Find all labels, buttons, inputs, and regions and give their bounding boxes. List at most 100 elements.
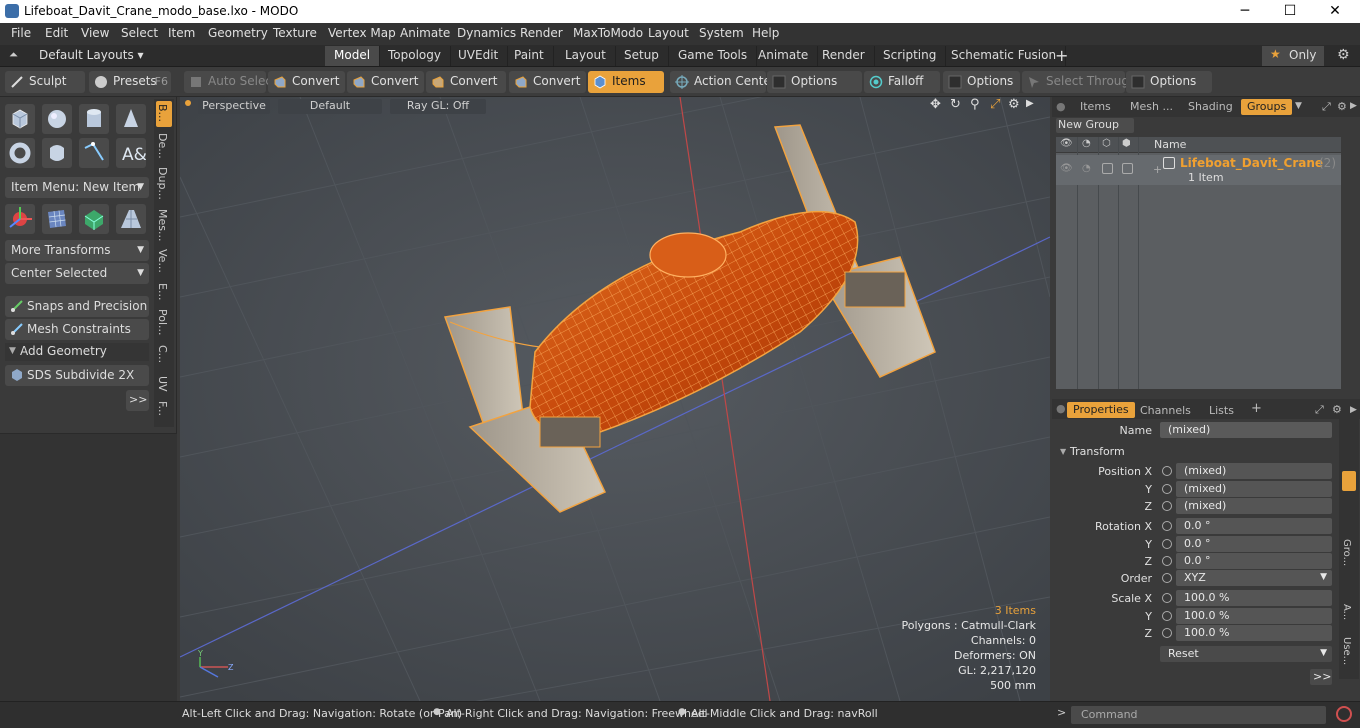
tab-render[interactable]: Render [813, 46, 875, 66]
rotation-x-field[interactable]: 0.0 ° [1176, 518, 1332, 534]
options-button-3[interactable]: Options [1126, 71, 1212, 93]
rotate-view-icon[interactable]: ↻ [950, 97, 961, 112]
default-layouts-dropdown[interactable]: Default Layouts ▾ [39, 48, 144, 62]
scale-y-anim-icon[interactable] [1162, 611, 1172, 621]
capsule-primitive-button[interactable] [42, 138, 72, 168]
tab-layout[interactable]: Layout [556, 46, 616, 66]
tab-properties[interactable]: Properties [1067, 402, 1135, 418]
transform-button[interactable] [5, 204, 35, 234]
position-z-field[interactable]: (mixed) [1176, 498, 1332, 514]
properties-gear-icon[interactable]: ⚙ [1332, 402, 1342, 418]
convert-edges-button[interactable]: Convert [347, 71, 424, 93]
side-tab-assembly[interactable]: A... [1341, 604, 1357, 620]
vtab-edge[interactable]: E... [156, 283, 172, 300]
sds-subdivide-button[interactable]: SDS Subdivide 2X [5, 365, 149, 386]
scale-z-anim-icon[interactable] [1162, 628, 1172, 638]
add-geometry-section[interactable]: ▼ Add Geometry [5, 343, 149, 361]
item-menu-dropdown[interactable]: Item Menu: New Item ▼ [5, 177, 149, 198]
grid-button[interactable] [42, 204, 72, 234]
vtab-duplicate[interactable]: Dup... [156, 167, 172, 200]
position-y-field[interactable]: (mixed) [1176, 481, 1332, 497]
menu-vertex-map[interactable]: Vertex Map [328, 26, 396, 40]
tab-setup[interactable]: Setup [615, 46, 669, 66]
scale-z-field[interactable]: 100.0 % [1176, 625, 1332, 641]
lock-cube-icon[interactable]: ⬡ [1102, 138, 1111, 149]
add-tab-plus-icon[interactable]: + [1251, 401, 1262, 417]
reset-dropdown[interactable]: Reset ▼ [1160, 646, 1332, 662]
menu-item[interactable]: Item [168, 26, 195, 40]
menu-texture[interactable]: Texture [273, 26, 317, 40]
tab-uvedit[interactable]: UVEdit [449, 46, 509, 66]
new-group-button[interactable]: New Group [1056, 118, 1134, 133]
tab-menu-chevron-icon[interactable]: ▼ [1295, 99, 1302, 115]
move-view-icon[interactable]: ✥ [930, 97, 941, 112]
sculpt-button[interactable]: Sculpt [5, 71, 85, 93]
group-render-icon[interactable]: ◔ [1082, 163, 1091, 174]
menu-render[interactable]: Render [520, 26, 563, 40]
expand-plus-icon[interactable]: + [1153, 163, 1162, 176]
position-z-anim-icon[interactable] [1162, 501, 1172, 511]
sphere-primitive-button[interactable] [42, 104, 72, 134]
transform-section[interactable]: ▼ Transform [1058, 444, 1338, 460]
scale-x-field[interactable]: 100.0 % [1176, 590, 1332, 606]
side-tab-groups[interactable]: Gro... [1341, 539, 1357, 566]
expand-panel-icon[interactable]: ⤢ [1322, 99, 1331, 115]
scale-y-field[interactable]: 100.0 % [1176, 608, 1332, 624]
menu-select[interactable]: Select [121, 26, 158, 40]
properties-more-button[interactable]: >> [1310, 669, 1332, 685]
more-tools-button[interactable]: >> [126, 390, 149, 411]
vtab-mesh-edit[interactable]: Mes... [156, 209, 172, 241]
convert-vertices-button[interactable]: Convert [268, 71, 345, 93]
rotation-x-anim-icon[interactable] [1162, 521, 1172, 531]
menu-maxtomodo[interactable]: MaxToModo [573, 26, 643, 40]
more-transforms-dropdown[interactable]: More Transforms ▼ [5, 240, 149, 261]
vtab-fusion[interactable]: F... [156, 401, 172, 416]
tab-groups[interactable]: Groups [1241, 99, 1293, 115]
tab-paint[interactable]: Paint [505, 46, 554, 66]
vtab-polygon[interactable]: Pol... [156, 309, 172, 336]
tab-mesh[interactable]: Mesh ... [1130, 99, 1173, 115]
cube-primitive-button[interactable] [5, 104, 35, 134]
add-layout-plus-icon[interactable]: + [1055, 46, 1068, 65]
menu-system[interactable]: System [699, 26, 744, 40]
order-dropdown[interactable]: XYZ ▼ [1176, 570, 1332, 586]
group-visibility-icon[interactable]: 👁 [1060, 163, 1073, 174]
tab-schematic-fusion[interactable]: Schematic Fusion [942, 46, 1067, 66]
rotation-z-field[interactable]: 0.0 ° [1176, 553, 1332, 569]
close-button[interactable]: ✕ [1312, 0, 1358, 23]
tab-scripting[interactable]: Scripting [874, 46, 947, 66]
fit-view-icon[interactable]: ⤢ [990, 97, 1000, 112]
auto-select-button[interactable]: Auto Select [184, 71, 277, 93]
options-button-2[interactable]: Options [943, 71, 1020, 93]
group-lock-checkbox[interactable] [1102, 163, 1113, 174]
select-through-button[interactable]: Select Through [1022, 71, 1137, 93]
vtab-curve[interactable]: C... [156, 345, 172, 363]
order-anim-icon[interactable] [1162, 573, 1172, 583]
viewport-expand-icon[interactable]: ▶ [1026, 98, 1034, 109]
rotation-y-anim-icon[interactable] [1162, 539, 1172, 549]
torus-primitive-button[interactable] [5, 138, 35, 168]
items-mode-button[interactable]: Items [588, 71, 664, 93]
menu-animate[interactable]: Animate [400, 26, 450, 40]
center-selected-dropdown[interactable]: Center Selected ▼ [5, 263, 149, 284]
side-tab-active[interactable] [1342, 471, 1356, 491]
name-field[interactable]: (mixed) [1160, 422, 1332, 438]
properties-arrow-icon[interactable]: ▶ [1350, 403, 1357, 419]
panel-gear-icon[interactable]: ⚙ [1337, 99, 1347, 115]
convert-materials-button[interactable]: Convert [509, 71, 586, 93]
vtab-deform[interactable]: De... [156, 133, 172, 159]
texture-button[interactable] [79, 204, 109, 234]
cone-primitive-button[interactable] [116, 104, 146, 134]
visibility-eye-icon[interactable]: 👁 [1060, 138, 1073, 149]
panel-arrow-icon[interactable]: ▶ [1350, 99, 1357, 115]
menu-view[interactable]: View [81, 26, 109, 40]
mesh-constraints-button[interactable]: Mesh Constraints [5, 319, 149, 340]
shading-default-dropdown[interactable]: Default [278, 99, 382, 114]
tab-lists[interactable]: Lists [1209, 403, 1234, 419]
menu-geometry[interactable]: Geometry [208, 26, 268, 40]
scale-x-anim-icon[interactable] [1162, 593, 1172, 603]
tab-channels[interactable]: Channels [1140, 403, 1191, 419]
command-input[interactable]: Command [1071, 706, 1326, 724]
render-icon[interactable]: ◔ [1082, 138, 1091, 149]
convert-polygons-button[interactable]: Convert [426, 71, 506, 93]
